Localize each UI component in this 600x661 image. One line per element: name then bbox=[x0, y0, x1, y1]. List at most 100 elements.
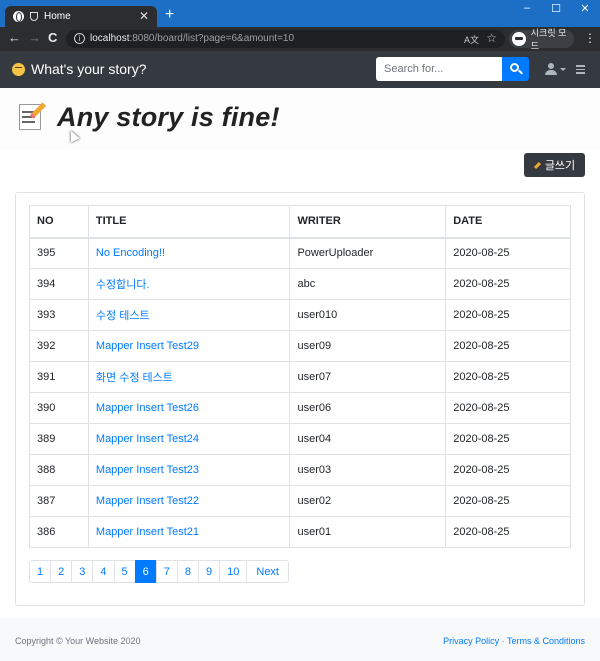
user-icon[interactable] bbox=[545, 63, 557, 75]
column-header-no: NO bbox=[29, 205, 89, 239]
brand-link[interactable]: What's your story? bbox=[12, 61, 147, 77]
app-navbar: What's your story? bbox=[0, 51, 600, 88]
column-header-date: DATE bbox=[445, 205, 571, 239]
url-host: localhost bbox=[90, 33, 130, 44]
incognito-icon bbox=[512, 32, 526, 46]
post-date: 2020-08-25 bbox=[445, 485, 571, 517]
post-title-link[interactable]: Mapper Insert Test26 bbox=[87, 392, 291, 424]
chevron-down-icon[interactable] bbox=[560, 68, 566, 71]
page-link-9[interactable]: 9 bbox=[198, 560, 221, 583]
site-info-icon[interactable]: i bbox=[74, 33, 85, 44]
post-writer: user010 bbox=[289, 299, 447, 331]
translate-icon[interactable]: A文 bbox=[464, 33, 479, 46]
table-row: 395 No Encoding!! PowerUploader 2020-08-… bbox=[29, 237, 571, 269]
write-post-button[interactable]: 글쓰기 bbox=[524, 153, 585, 177]
memo-icon bbox=[19, 102, 47, 130]
table-row: 392 Mapper Insert Test29 user09 2020-08-… bbox=[29, 330, 571, 362]
post-title-link[interactable]: Mapper Insert Test23 bbox=[87, 454, 291, 486]
reload-button[interactable]: C bbox=[48, 31, 57, 45]
post-no: 387 bbox=[29, 485, 89, 517]
minimize-button[interactable]: – bbox=[517, 2, 537, 14]
post-title-link[interactable]: 수정 테스트 bbox=[87, 299, 291, 331]
tab-title: Home bbox=[44, 11, 71, 22]
incognito-label: 시크릿 모드 bbox=[530, 28, 567, 51]
table-row: 386 Mapper Insert Test21 user01 2020-08-… bbox=[29, 516, 571, 548]
back-button[interactable]: ← bbox=[8, 31, 21, 45]
pagination: 1 2 3 4 5 6 7 8 9 10 Next bbox=[29, 560, 289, 583]
table-row: 390 Mapper Insert Test26 user06 2020-08-… bbox=[29, 392, 571, 424]
table-header-row: NO TITLE WRITER DATE bbox=[29, 205, 571, 239]
pencil-icon bbox=[533, 161, 541, 169]
close-tab-icon[interactable]: ✕ bbox=[139, 9, 149, 23]
page-footer: Copyright © Your Website 2020 Privacy Po… bbox=[0, 618, 600, 661]
copyright-text: Copyright © Your Website 2020 bbox=[15, 636, 141, 646]
page-link-7[interactable]: 7 bbox=[155, 560, 178, 583]
table-row: 391 화면 수정 테스트 user07 2020-08-25 bbox=[29, 361, 571, 393]
post-title-link[interactable]: No Encoding!! bbox=[87, 237, 291, 269]
post-no: 391 bbox=[29, 361, 89, 393]
footer-links: Privacy Policy · Terms & Conditions bbox=[443, 636, 585, 646]
post-title-link[interactable]: Mapper Insert Test29 bbox=[87, 330, 291, 362]
page-header: Any story is fine! bbox=[0, 88, 600, 150]
menu-icon[interactable] bbox=[576, 65, 585, 76]
page-link-6-active[interactable]: 6 bbox=[134, 560, 157, 583]
url-path: :8080/board/list?page=6&amount=10 bbox=[129, 33, 295, 44]
footer-separator: · bbox=[499, 636, 507, 646]
post-no: 390 bbox=[29, 392, 89, 424]
table-row: 388 Mapper Insert Test23 user03 2020-08-… bbox=[29, 454, 571, 486]
post-title-link[interactable]: Mapper Insert Test22 bbox=[87, 485, 291, 517]
page-link-10[interactable]: 10 bbox=[219, 560, 248, 583]
post-no: 389 bbox=[29, 423, 89, 455]
page-link-4[interactable]: 4 bbox=[92, 560, 115, 583]
browser-tab[interactable]: Home ✕ bbox=[5, 6, 157, 27]
smiley-icon bbox=[12, 62, 25, 76]
table-row: 389 Mapper Insert Test24 user04 2020-08-… bbox=[29, 423, 571, 455]
table-row: 394 수정합니다. abc 2020-08-25 bbox=[29, 268, 571, 300]
post-title-link[interactable]: Mapper Insert Test21 bbox=[87, 516, 291, 548]
address-toolbar: ← → C i localhost:8080/board/list?page=6… bbox=[0, 27, 600, 51]
page-link-2[interactable]: 2 bbox=[50, 560, 73, 583]
privacy-policy-link[interactable]: Privacy Policy bbox=[443, 636, 499, 646]
page-link-3[interactable]: 3 bbox=[71, 560, 94, 583]
post-date: 2020-08-25 bbox=[445, 268, 571, 300]
page-link-1[interactable]: 1 bbox=[29, 560, 52, 583]
post-writer: user01 bbox=[289, 516, 447, 548]
post-writer: user04 bbox=[289, 423, 447, 455]
post-no: 394 bbox=[29, 268, 89, 300]
table-row: 393 수정 테스트 user010 2020-08-25 bbox=[29, 299, 571, 331]
post-title-link[interactable]: Mapper Insert Test24 bbox=[87, 423, 291, 455]
browser-menu-icon[interactable]: ⋮ bbox=[584, 31, 596, 45]
close-window-button[interactable]: ✕ bbox=[575, 2, 595, 15]
post-date: 2020-08-25 bbox=[445, 237, 571, 269]
post-title-link[interactable]: 수정합니다. bbox=[87, 268, 291, 300]
write-post-label: 글쓰기 bbox=[544, 160, 576, 172]
forward-button[interactable]: → bbox=[28, 31, 41, 45]
post-no: 395 bbox=[29, 237, 89, 269]
address-bar[interactable]: i localhost:8080/board/list?page=6&amoun… bbox=[66, 30, 505, 48]
browser-titlebar: Home ✕ + – ☐ ✕ bbox=[0, 0, 600, 27]
post-no: 388 bbox=[29, 454, 89, 486]
board-table: NO TITLE WRITER DATE 395 No Encoding!! P… bbox=[29, 205, 571, 548]
page-link-8[interactable]: 8 bbox=[176, 560, 199, 583]
search-input[interactable] bbox=[376, 57, 502, 81]
search-button[interactable] bbox=[502, 57, 529, 81]
post-writer: user06 bbox=[289, 392, 447, 424]
post-no: 386 bbox=[29, 516, 89, 548]
post-writer: PowerUploader bbox=[289, 237, 447, 269]
post-writer: user09 bbox=[289, 330, 447, 362]
brand-text: What's your story? bbox=[31, 61, 147, 77]
post-date: 2020-08-25 bbox=[445, 392, 571, 424]
bookmark-star-icon[interactable]: ☆ bbox=[486, 31, 497, 45]
page-link-5[interactable]: 5 bbox=[113, 560, 136, 583]
page-title: Any story is fine! bbox=[57, 102, 280, 132]
next-page-link[interactable]: Next bbox=[246, 560, 289, 583]
new-tab-button[interactable]: + bbox=[165, 7, 174, 23]
post-writer: user07 bbox=[289, 361, 447, 393]
terms-link[interactable]: Terms & Conditions bbox=[507, 636, 585, 646]
post-date: 2020-08-25 bbox=[445, 454, 571, 486]
post-writer: user03 bbox=[289, 454, 447, 486]
post-title-link[interactable]: 화면 수정 테스트 bbox=[87, 361, 291, 393]
incognito-badge[interactable]: 시크릿 모드 bbox=[509, 28, 574, 51]
maximize-button[interactable]: ☐ bbox=[546, 2, 566, 15]
column-header-title: TITLE bbox=[87, 205, 291, 239]
